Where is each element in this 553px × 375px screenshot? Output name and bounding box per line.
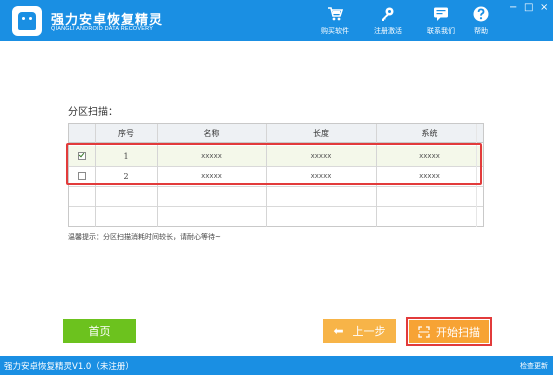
tip-text: 温馨提示：分区扫描消耗时间较长，请耐心等待~ (68, 233, 221, 241)
help-button[interactable]: 帮助 (459, 6, 503, 36)
contact-us-label: 联系我们 (427, 27, 455, 35)
help-icon (473, 6, 489, 22)
app-logo-icon (12, 6, 42, 36)
app-subtitle: QIANGLI ANDROID DATA RECOVERY (51, 26, 154, 32)
title-bar: 强力安卓恢复精灵 QIANGLI ANDROID DATA RECOVERY 购… (0, 0, 553, 41)
column-header-index: 序号 (118, 128, 134, 138)
cart-icon (328, 7, 343, 21)
rows-highlight-frame (66, 143, 482, 185)
buy-software-label: 购买软件 (321, 27, 349, 35)
header-select (69, 124, 95, 142)
close-button[interactable]: × (540, 2, 548, 13)
column-header-system: 系统 (421, 128, 438, 138)
arrow-left-icon: ⬅ (333, 324, 344, 338)
start-scan-button[interactable]: 开始扫描 (409, 320, 489, 343)
previous-step-label: 上一步 (352, 325, 386, 338)
empty-row (69, 186, 483, 207)
chat-icon (434, 7, 448, 21)
table-header: 序号 名称 长度 系统 (69, 124, 483, 143)
start-scan-label: 开始扫描 (436, 325, 480, 339)
version-status: 强力安卓恢复精灵V1.0（未注册） (4, 362, 134, 372)
empty-row (69, 206, 483, 226)
help-label: 帮助 (474, 27, 488, 35)
status-bar: 强力安卓恢复精灵V1.0（未注册） 检查更新 (0, 356, 553, 375)
column-header-length: 长度 (313, 128, 329, 138)
section-title: 分区扫描： (68, 107, 118, 118)
previous-step-button[interactable]: ⬅ 上一步 (323, 319, 396, 343)
minimize-button[interactable]: − (509, 2, 517, 13)
home-button[interactable]: 首页 (63, 319, 136, 343)
home-button-label: 首页 (88, 325, 111, 338)
register-activate-label: 注册激活 (374, 27, 402, 35)
column-header-name: 名称 (203, 128, 220, 138)
buy-software-button[interactable]: 购买软件 (313, 6, 357, 36)
scan-icon (418, 325, 430, 338)
key-icon (382, 7, 394, 21)
restore-button[interactable]: □ (524, 2, 533, 13)
register-activate-button[interactable]: 注册激活 (366, 6, 410, 36)
check-update-link[interactable]: 检查更新 (520, 361, 548, 371)
contact-us-button[interactable]: 联系我们 (419, 6, 463, 36)
